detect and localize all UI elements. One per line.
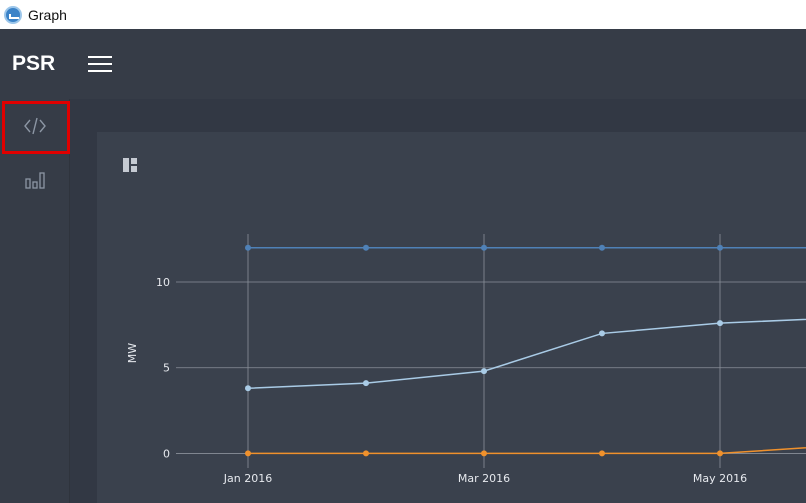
content-toolbar-strip xyxy=(70,99,806,132)
sidebar xyxy=(0,99,70,503)
chart-panel xyxy=(97,132,806,503)
sidebar-item-chart[interactable] xyxy=(0,154,69,206)
hamburger-menu-icon[interactable] xyxy=(88,55,112,73)
app-chart-icon xyxy=(4,5,22,24)
highlight-annotation-box xyxy=(2,101,70,154)
brand-logo[interactable]: PSR xyxy=(12,52,55,76)
top-header: PSR xyxy=(0,29,806,99)
content-gutter xyxy=(70,132,97,503)
bar-chart-icon xyxy=(24,172,45,189)
window-titlebar: Graph xyxy=(0,0,806,29)
layout-grid-icon[interactable] xyxy=(123,158,137,172)
window-title: Graph xyxy=(28,6,67,23)
